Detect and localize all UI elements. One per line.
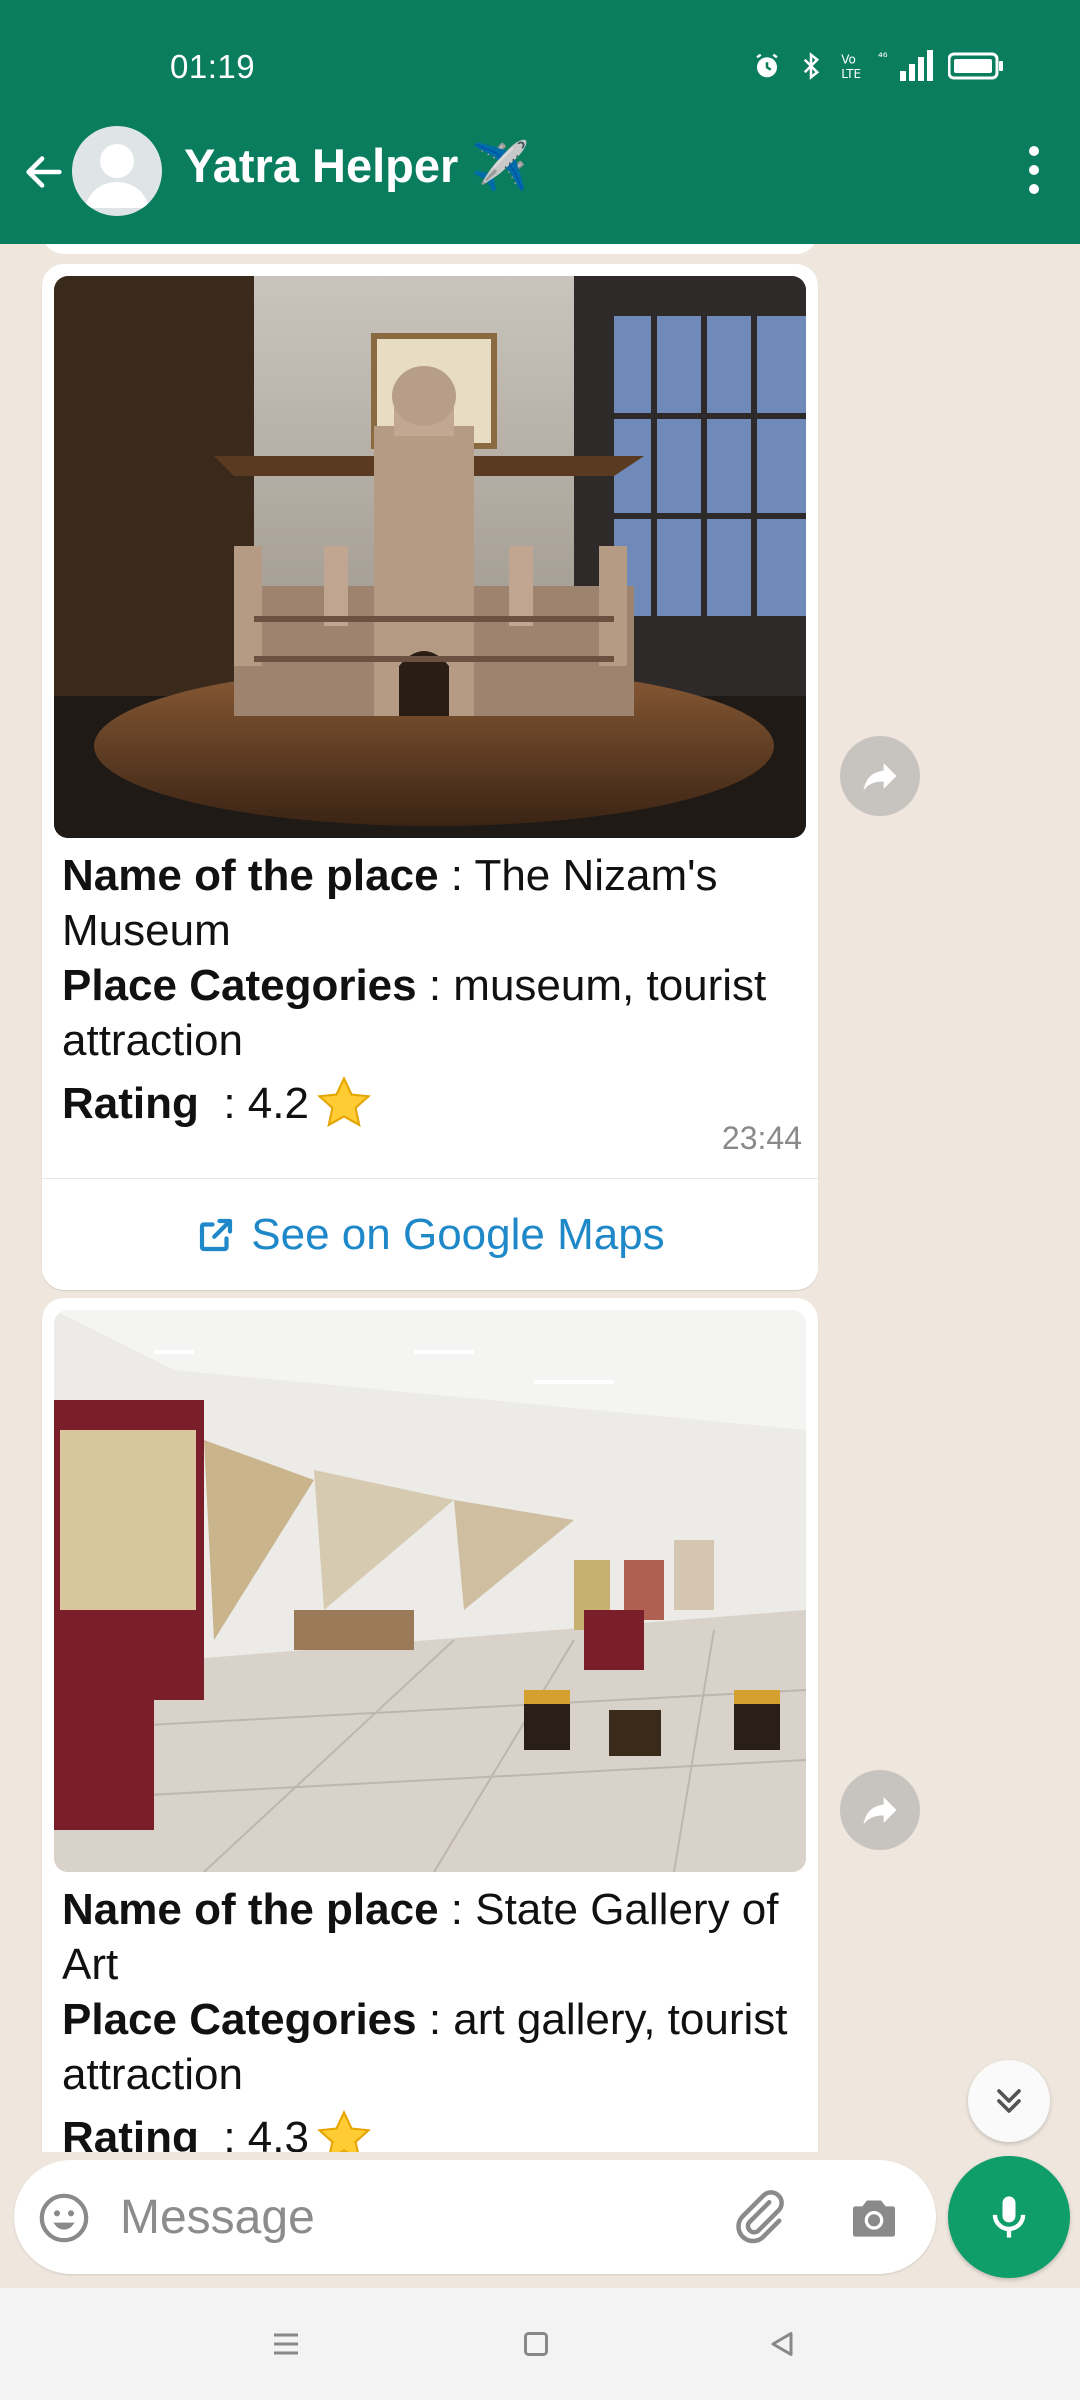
place-name-label: Name of the place	[62, 1885, 439, 1934]
message-bubble[interactable]: Name of the place : State Gallery of Art…	[42, 1298, 818, 2152]
svg-text:LTE: LTE	[841, 67, 861, 81]
message-time: 23:44	[721, 1120, 802, 1156]
previous-message-bubble	[42, 244, 818, 254]
google-maps-link-label: See on Google Maps	[251, 1209, 665, 1259]
microphone-icon	[992, 2196, 1026, 2238]
chat-title[interactable]: Yatra Helper ✈️	[184, 138, 530, 194]
paperclip-icon[interactable]	[728, 2186, 788, 2246]
default-avatar-icon	[85, 144, 149, 208]
nav-back-button[interactable]	[752, 2314, 812, 2374]
camera-icon[interactable]	[846, 2190, 902, 2246]
museum-photo-art	[54, 276, 806, 838]
voice-record-button[interactable]	[948, 2156, 1070, 2278]
place-categories-label: Place Categories	[62, 961, 417, 1010]
back-button[interactable]	[14, 136, 74, 208]
place-rating: Rating : 4.3	[62, 2106, 375, 2152]
emoji-icon[interactable]	[36, 2190, 92, 2246]
museum-photo[interactable]	[54, 276, 806, 838]
volte-icon: VoLTE	[841, 53, 861, 81]
place-categories: Place Categories : art gallery, tourist …	[62, 1992, 798, 2102]
back-triangle-icon	[771, 2332, 793, 2356]
nav-menu-button[interactable]	[256, 2314, 316, 2374]
place-name: Name of the place : State Gallery of Art	[62, 1882, 798, 1992]
status-time: 01:19	[170, 48, 256, 85]
battery-icon	[948, 52, 1003, 80]
chat-area[interactable]: Name of the place : The Nizam's Museum P…	[0, 244, 1080, 2152]
external-link-icon	[200, 1218, 233, 1251]
home-square-icon	[524, 2332, 548, 2356]
star-icon	[317, 1076, 371, 1127]
place-name-label: Name of the place	[62, 851, 439, 900]
forward-button[interactable]	[840, 1770, 920, 1850]
star-icon	[317, 2110, 371, 2152]
google-maps-link[interactable]: See on Google Maps	[42, 1178, 818, 1290]
forward-button[interactable]	[840, 736, 920, 816]
message-input[interactable]	[120, 2182, 720, 2252]
message-bubble[interactable]: Name of the place : The Nizam's Museum P…	[42, 264, 818, 1290]
system-nav-bar	[0, 2288, 1080, 2400]
alarm-icon	[756, 53, 778, 78]
forward-icon	[863, 1797, 897, 1825]
place-categories: Place Categories : museum, tourist attra…	[62, 958, 798, 1068]
gallery-photo[interactable]	[54, 1310, 806, 1872]
bluetooth-icon	[803, 52, 820, 80]
nav-home-button[interactable]	[506, 2314, 566, 2374]
rating-value: : 4.2	[198, 1078, 309, 1128]
svg-text:⁴⁶: ⁴⁶	[878, 50, 888, 64]
app-header: 01:19 Vo LTE ⁴⁶ Yatra Helper ✈️	[0, 0, 1080, 244]
place-name: Name of the place : The Nizam's Museum	[62, 848, 798, 958]
status-icons: Vo LTE ⁴⁶	[752, 46, 1004, 86]
signal-4g-icon: ⁴⁶	[878, 50, 933, 81]
arrow-left-icon	[26, 156, 62, 188]
rating-label: Rating	[62, 1078, 199, 1128]
more-vert-icon[interactable]	[1022, 146, 1046, 194]
message-compose-bar	[14, 2160, 936, 2274]
forward-icon	[863, 763, 897, 791]
avatar[interactable]	[72, 126, 162, 216]
place-rating: Rating : 4.2	[62, 1072, 375, 1134]
double-chevron-down-icon	[997, 2089, 1021, 2113]
place-categories-label: Place Categories	[62, 1995, 417, 2044]
gallery-photo-art	[54, 1310, 806, 1872]
menu-icon	[274, 2333, 298, 2355]
scroll-to-bottom-button[interactable]	[968, 2060, 1050, 2142]
rating-label: Rating	[62, 2112, 199, 2153]
svg-text:Vo: Vo	[841, 53, 856, 67]
rating-value: : 4.3	[198, 2112, 309, 2153]
